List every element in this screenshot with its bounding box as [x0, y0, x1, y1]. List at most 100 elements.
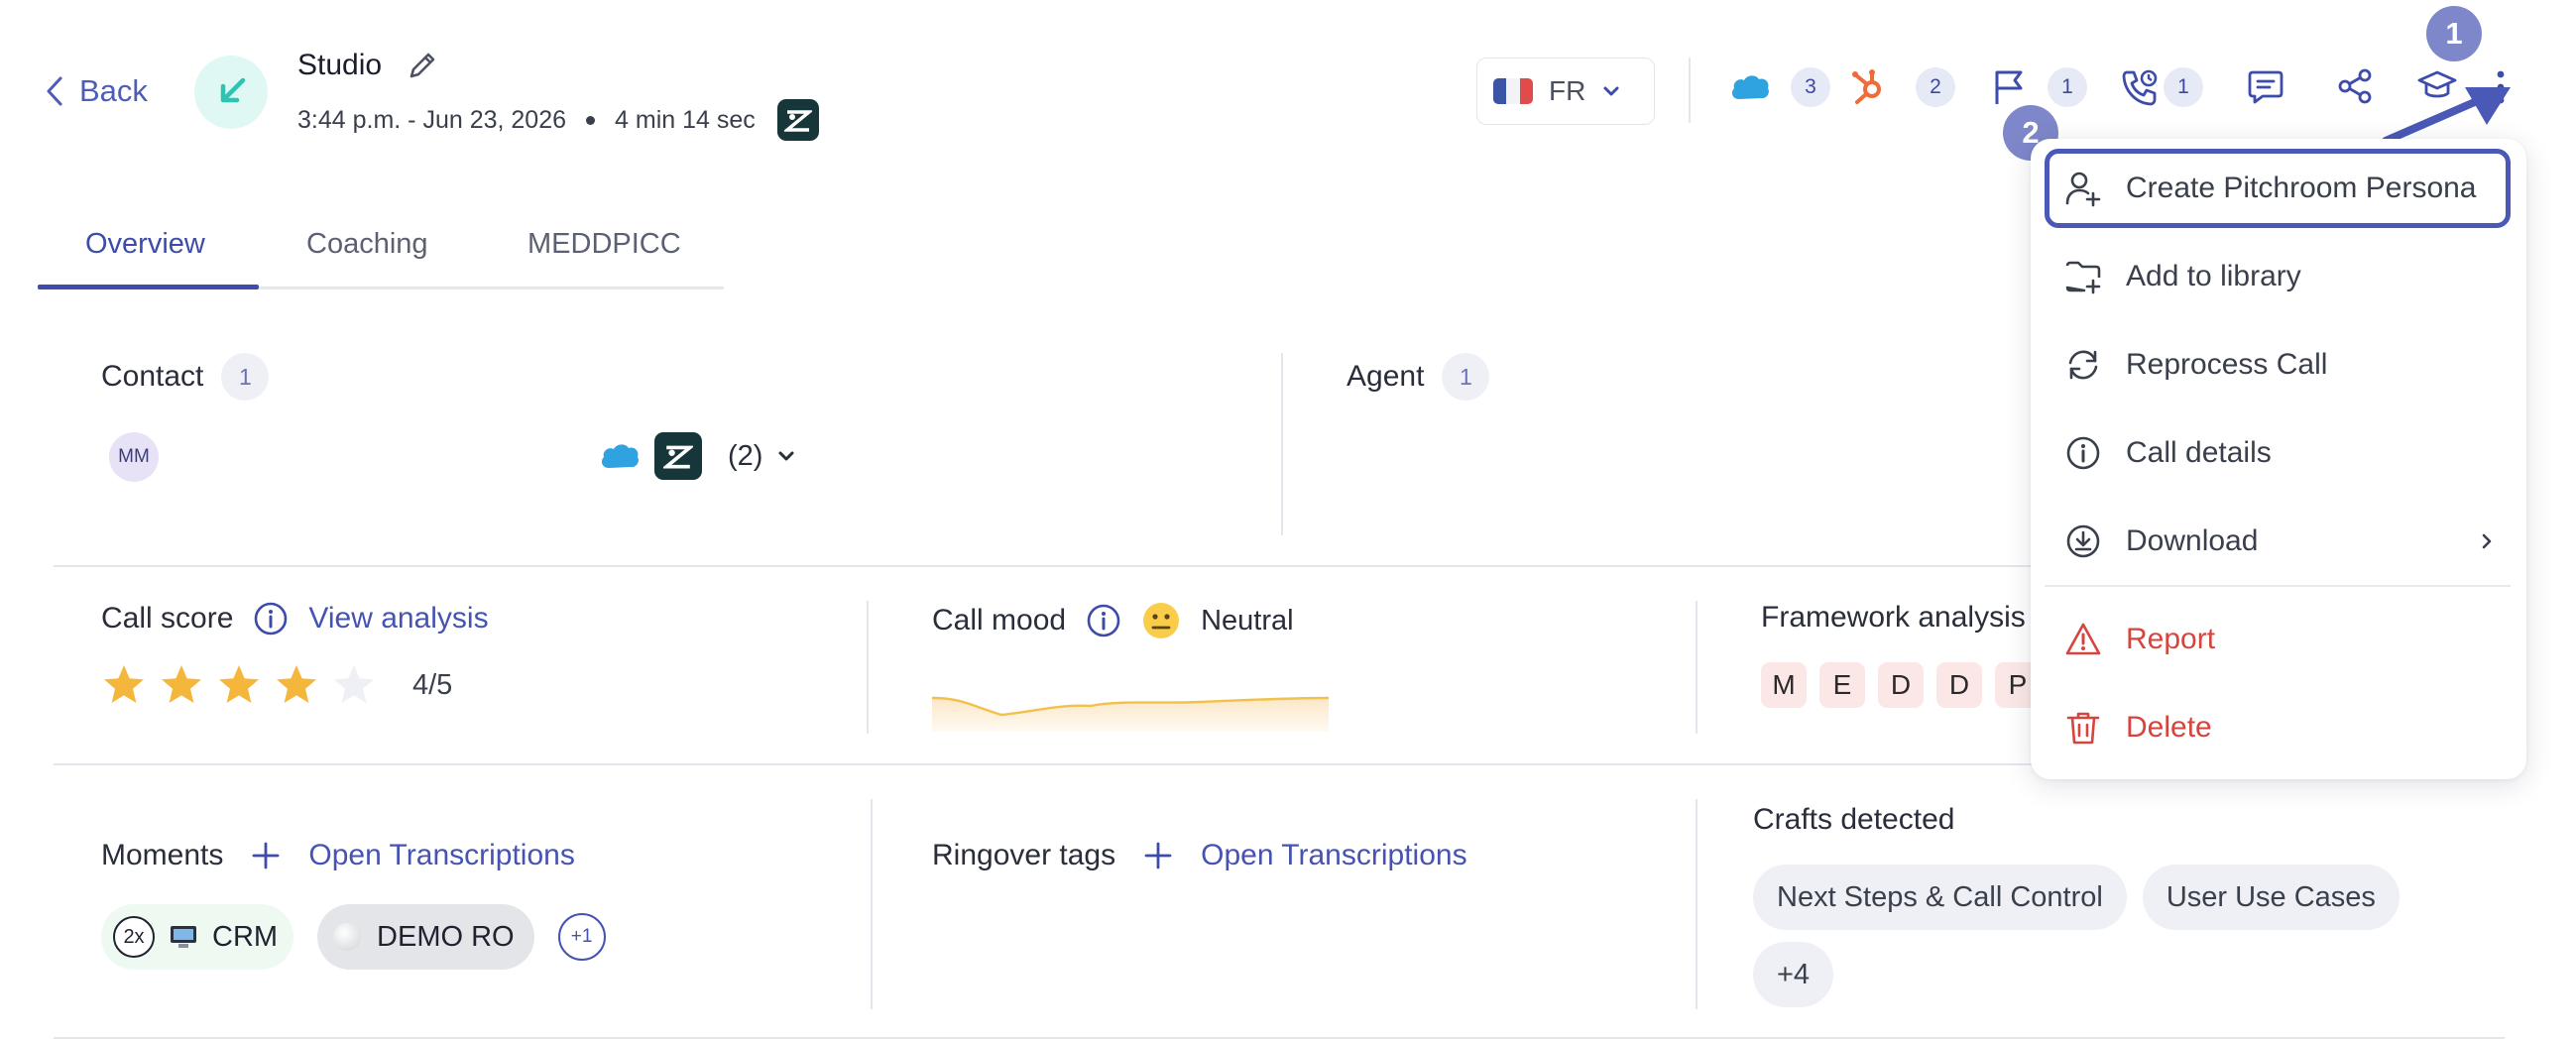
zendesk-logo-icon — [776, 99, 819, 141]
tab-overview[interactable]: Overview — [85, 228, 205, 261]
info-icon — [2064, 434, 2102, 472]
menu-item-report[interactable]: Report — [2045, 600, 2511, 679]
language-selector[interactable]: FR — [1476, 58, 1655, 125]
salesforce-cloud-icon — [1729, 72, 1771, 102]
call-history-button[interactable]: 1 — [2120, 67, 2203, 107]
moment-tag-crm[interactable]: 2x CRM — [101, 904, 294, 970]
download-icon — [2064, 522, 2102, 560]
incoming-call-icon — [194, 56, 268, 129]
flags-button[interactable]: 1 — [1992, 67, 2087, 107]
contact-more-count: (2) — [728, 439, 763, 472]
menu-item-label: Download — [2126, 524, 2259, 557]
menu-item-label: Report — [2126, 623, 2216, 655]
menu-item-label: Add to library — [2126, 260, 2301, 292]
section-divider — [867, 601, 869, 734]
moments-more-badge[interactable]: +1 — [557, 913, 606, 961]
framework-letter-d: D — [1878, 662, 1924, 708]
hubspot-sync-button[interactable]: 2 — [1848, 67, 1955, 107]
star-empty-icon — [334, 665, 374, 703]
moment-tag-label: DEMO RO — [377, 920, 515, 953]
chevron-down-icon — [776, 449, 796, 463]
view-analysis-link[interactable]: View analysis — [308, 602, 488, 636]
contact-label: Contact — [101, 360, 204, 393]
trash-icon — [2064, 709, 2102, 747]
hubspot-count-badge: 2 — [1916, 67, 1955, 107]
info-icon[interactable] — [1086, 603, 1121, 638]
mood-sparkline — [932, 696, 1329, 732]
add-tag-plus-icon[interactable] — [1143, 841, 1173, 870]
section-divider — [1696, 799, 1698, 1009]
call-score-value: 4/5 — [412, 668, 453, 701]
contact-count-badge: 1 — [221, 353, 270, 401]
star-filled-icon — [104, 665, 144, 703]
framework-letter-d: D — [1936, 662, 1982, 708]
salesforce-count-badge: 3 — [1791, 67, 1830, 107]
star-filled-icon — [219, 665, 259, 703]
hubspot-icon — [1848, 67, 1888, 107]
star-filled-icon — [162, 665, 201, 703]
call-score-label: Call score — [101, 602, 234, 635]
moments-open-transcriptions-link[interactable]: Open Transcriptions — [308, 839, 574, 872]
flags-count-badge: 1 — [2048, 67, 2087, 107]
section-divider — [871, 799, 873, 1009]
craft-chip[interactable]: Next Steps & Call Control — [1753, 865, 2127, 930]
share-button[interactable] — [2336, 67, 2374, 105]
craft-chip[interactable]: User Use Cases — [2142, 865, 2400, 930]
info-icon[interactable] — [253, 601, 289, 636]
comments-button[interactable] — [2247, 67, 2284, 105]
salesforce-logo-icon — [599, 441, 641, 471]
computer-icon — [169, 924, 198, 950]
framework-letter-m: M — [1761, 662, 1807, 708]
phone-history-icon — [2120, 67, 2160, 107]
header-divider — [1689, 58, 1691, 123]
chevron-right-icon — [2481, 532, 2493, 550]
framework-analysis-label: Framework analysis — [1761, 601, 2026, 634]
tab-meddpicc[interactable]: MEDDPICC — [527, 228, 681, 261]
tab-coaching[interactable]: Coaching — [306, 228, 428, 261]
menu-item-reprocess-call[interactable]: Reprocess Call — [2045, 325, 2511, 405]
menu-item-delete[interactable]: Delete — [2045, 688, 2511, 767]
comment-icon — [2247, 67, 2284, 105]
moment-dot-icon — [333, 923, 362, 951]
menu-item-add-to-library[interactable]: Add to library — [2045, 237, 2511, 316]
neutral-face-icon — [1141, 601, 1181, 640]
section-divider — [1696, 601, 1698, 734]
crafts-detected-label: Crafts detected — [1753, 803, 1955, 836]
row-divider — [54, 1037, 2505, 1039]
crafts-more-chip[interactable]: +4 — [1753, 942, 1834, 1007]
back-button[interactable]: Back — [46, 69, 148, 113]
zendesk-logo-icon — [654, 432, 702, 480]
call-mood-value: Neutral — [1201, 604, 1294, 636]
menu-divider — [2045, 585, 2511, 587]
chevron-down-icon — [1601, 84, 1621, 98]
star-filled-icon — [277, 665, 316, 703]
active-tab-indicator — [38, 285, 259, 289]
user-plus-icon — [2064, 170, 2102, 207]
add-moment-plus-icon[interactable] — [251, 841, 281, 870]
call-title: Studio — [297, 49, 383, 81]
moments-label: Moments — [101, 839, 224, 871]
language-label: FR — [1549, 75, 1586, 106]
menu-item-download[interactable]: Download — [2045, 502, 2511, 581]
agent-label: Agent — [1347, 360, 1425, 393]
moment-tag-demo-ro[interactable]: DEMO RO — [317, 904, 534, 970]
framework-letters[interactable]: M E D D P — [1761, 662, 2041, 708]
salesforce-sync-button[interactable]: 3 — [1729, 67, 1830, 107]
france-flag-icon — [1493, 78, 1533, 104]
back-label: Back — [79, 73, 148, 108]
contact-integrations[interactable]: (2) — [599, 432, 796, 480]
call-mood-label: Call mood — [932, 604, 1067, 636]
section-divider — [1281, 353, 1283, 535]
menu-item-call-details[interactable]: Call details — [2045, 413, 2511, 493]
call-score-stars: 4/5 — [101, 662, 452, 708]
call-duration: 4 min 14 sec — [615, 105, 756, 134]
menu-item-create-pitchroom-persona[interactable]: Create Pitchroom Persona — [2045, 149, 2511, 228]
meta-separator-dot — [586, 115, 596, 125]
contact-avatar[interactable]: MM — [109, 432, 159, 482]
call-datetime: 3:44 p.m. - Jun 23, 2026 — [297, 105, 567, 134]
menu-item-label: Reprocess Call — [2126, 348, 2328, 381]
ringover-open-transcriptions-link[interactable]: Open Transcriptions — [1201, 839, 1466, 872]
menu-item-label: Create Pitchroom Persona — [2126, 172, 2477, 204]
step-badge-1: 1 — [2426, 6, 2482, 61]
edit-pencil-icon[interactable] — [406, 49, 439, 82]
